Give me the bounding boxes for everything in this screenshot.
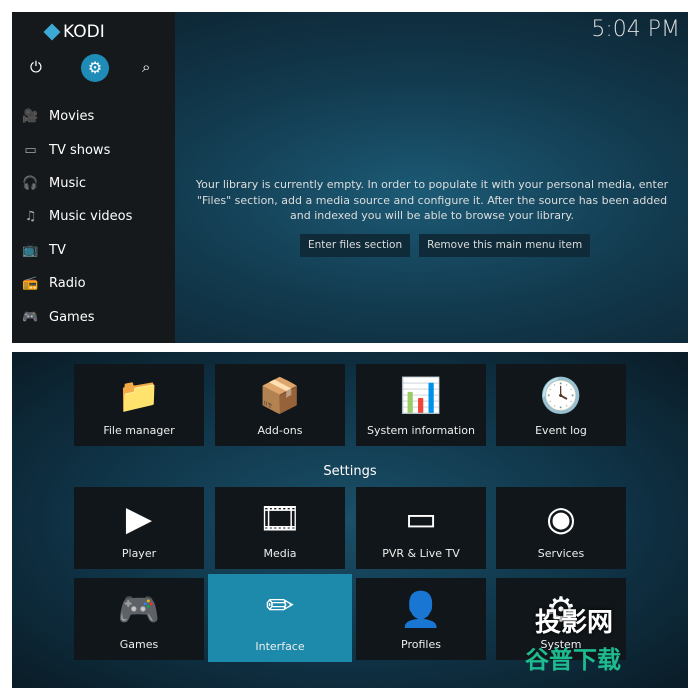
clock-search-icon: 🕓	[539, 376, 583, 416]
menu-item-label: TV shows	[49, 142, 111, 158]
tile-add-ons[interactable]: 📦 Add-ons	[215, 364, 345, 446]
tile-label: File manager	[103, 424, 175, 437]
kodi-logo-icon	[43, 23, 61, 41]
sidebar: KODI ⏻ ⚙ ⌕ 🎥 Movies ▭ TV shows 🎧 Music ♫ Music …	[12, 12, 175, 343]
settings-gear-icon[interactable]: ⚙	[81, 54, 109, 82]
tile-file-manager[interactable]: 📁 File manager	[74, 364, 204, 446]
tile-pvr-live-tv[interactable]: ▭ PVR & Live TV	[356, 487, 486, 569]
tv-antenna-icon: 📺	[22, 242, 39, 258]
tile-media[interactable]: 🎞 Media	[215, 487, 345, 569]
tile-interface[interactable]: ✏ Interface	[208, 574, 352, 662]
menu-item-music[interactable]: 🎧 Music	[12, 167, 132, 200]
pencil-ruler-icon: ✏	[265, 586, 295, 626]
gamepad-icon: 🎮	[22, 309, 39, 325]
menu-item-label: TV	[49, 242, 66, 258]
watermark: 投影网	[535, 608, 614, 638]
tile-label: Player	[121, 547, 157, 560]
presentation-icon: 📊	[399, 376, 443, 416]
tile-services[interactable]: ◉ Services	[496, 487, 626, 569]
podcast-icon: ◉	[546, 499, 576, 539]
clock: 5:04 PM	[591, 17, 680, 42]
folder-icon: 📁	[117, 376, 161, 416]
user-icon: 👤	[399, 590, 443, 630]
headphones-icon: 🎧	[22, 175, 39, 191]
tile-system-information[interactable]: 📊 System information	[356, 364, 486, 446]
tile-label: Interface	[255, 640, 305, 653]
menu-item-movies[interactable]: 🎥 Movies	[12, 100, 132, 133]
tile-label: Services	[537, 547, 585, 560]
menu-item-radio[interactable]: 📻 Radio	[12, 267, 132, 300]
tv-icon: ▭	[404, 499, 438, 539]
tv-icon: ▭	[24, 142, 37, 158]
tile-label: System information	[366, 424, 475, 437]
tile-label: Profiles	[401, 638, 441, 651]
menu-item-label: Movies	[49, 109, 95, 125]
menu-item-add-ons[interactable]: ⬡Add-ons	[12, 334, 132, 344]
tile-label: Add-ons	[257, 424, 303, 437]
menu-item-tv-shows[interactable]: ▭ TV shows	[12, 133, 132, 166]
tile-games[interactable]: 🎮 Games	[74, 578, 204, 660]
app-name: KODI	[63, 22, 105, 42]
main-menu: 🎥 Movies ▭ TV shows 🎧 Music ♫ Music videos 📺 TV 📻 R…	[12, 100, 132, 343]
enter-files-button[interactable]: Enter files section	[300, 234, 411, 257]
box-icon: 📦	[258, 376, 302, 416]
power-icon[interactable]: ⏻	[30, 58, 42, 76]
menu-item-label: Games	[49, 309, 95, 325]
empty-library-message: Your library is currently empty. In orde…	[195, 178, 669, 222]
music-video-icon: ♫	[24, 209, 37, 225]
kodi-home-screen: KODI ⏻ ⚙ ⌕ 🎥 Movies ▭ TV shows 🎧 Music ♫ Music …	[12, 12, 688, 343]
menu-item-label: Music videos	[49, 209, 133, 225]
gamepad-icon: 🎮	[117, 590, 161, 630]
search-icon[interactable]: ⌕	[142, 58, 150, 76]
tile-player[interactable]: ▶ Player	[74, 487, 204, 569]
remove-menu-item-button[interactable]: Remove this main menu item	[419, 234, 591, 257]
watermark-sub: 谷普下载	[525, 646, 621, 674]
menu-item-label: Music	[49, 175, 86, 191]
settings-title: Settings	[323, 464, 377, 479]
menu-item-games[interactable]: 🎮 Games	[12, 300, 132, 333]
tile-label: Event log	[535, 424, 587, 437]
tile-event-log[interactable]: 🕓 Event log	[496, 364, 626, 446]
tile-label: Media	[263, 547, 297, 560]
menu-item-music-videos[interactable]: ♫ Music videos	[12, 200, 133, 233]
movie-camera-icon: 🎥	[22, 109, 39, 125]
tile-label: PVR & Live TV	[382, 547, 460, 560]
tile-profiles[interactable]: 👤 Profiles	[356, 578, 486, 660]
play-screen-icon: ▶	[125, 499, 153, 539]
kodi-logo: KODI	[43, 22, 105, 42]
menu-item-tv[interactable]: 📺 TV	[12, 234, 132, 267]
radio-icon: 📻	[22, 276, 39, 292]
tile-label: Games	[119, 638, 159, 651]
menu-item-label: Radio	[49, 276, 86, 292]
media-icon: 🎞	[258, 499, 302, 539]
